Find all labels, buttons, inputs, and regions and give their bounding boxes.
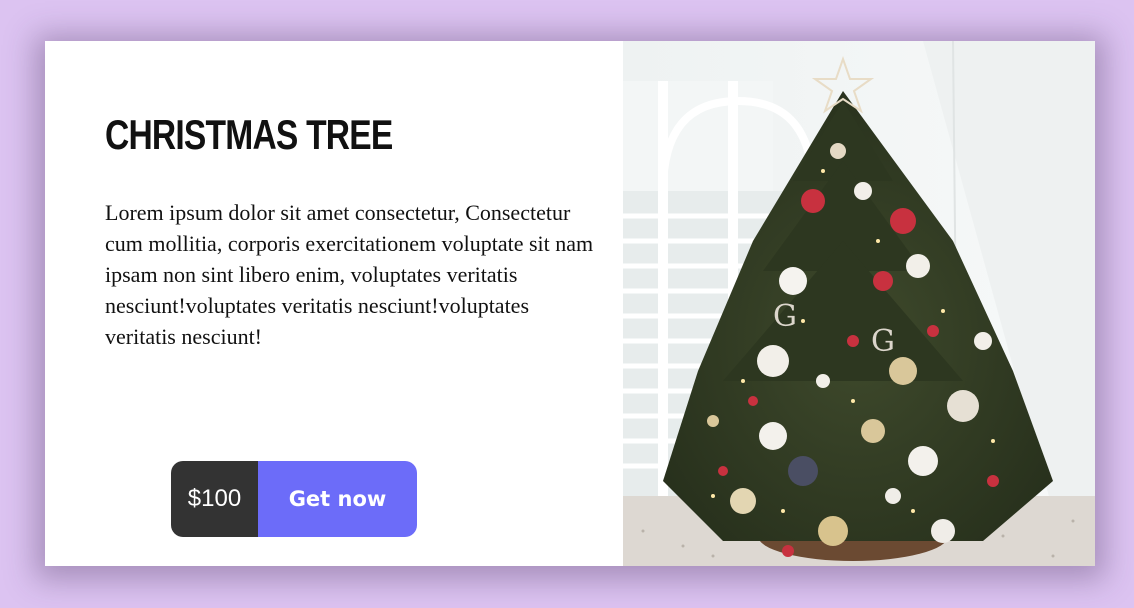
product-image: G G <box>623 41 1095 566</box>
product-card: Christmas tree Lorem ipsum dolor sit ame… <box>45 41 1095 566</box>
product-info: Christmas tree Lorem ipsum dolor sit ame… <box>45 41 623 566</box>
get-now-button[interactable]: Get now <box>258 461 417 537</box>
product-title: Christmas tree <box>105 111 393 158</box>
christmas-tree-image: G G <box>623 41 1095 566</box>
price-label: $100 <box>171 461 258 537</box>
purchase-group: $100 Get now <box>171 461 417 537</box>
svg-text:G: G <box>773 299 797 334</box>
product-description: Lorem ipsum dolor sit amet consectetur, … <box>105 200 594 349</box>
svg-text:G: G <box>871 324 895 359</box>
